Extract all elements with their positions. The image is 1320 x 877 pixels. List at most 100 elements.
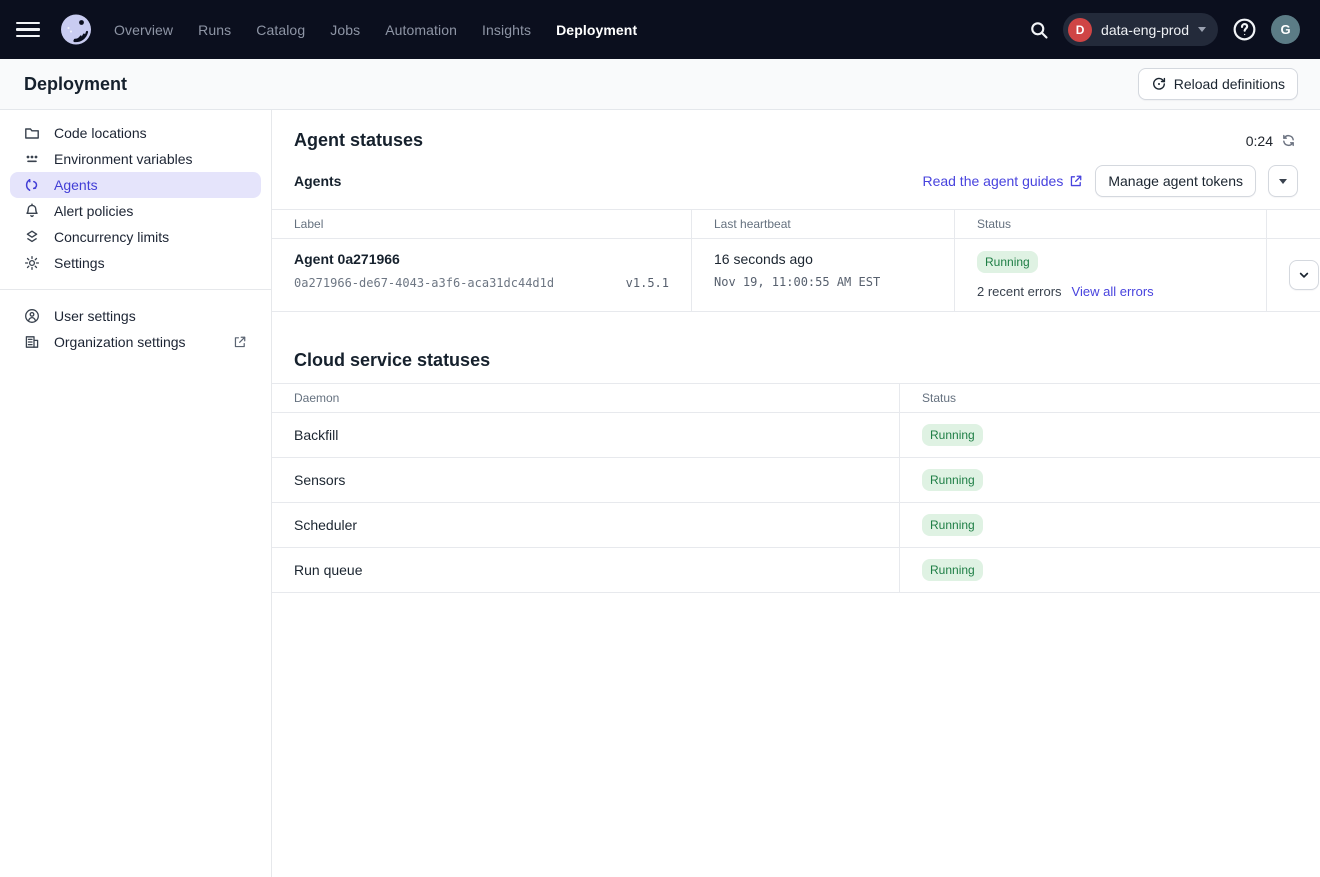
agents-table-header: Label Last heartbeat Status (272, 210, 1320, 239)
status-badge: Running (922, 424, 983, 446)
nav-item-automation[interactable]: Automation (385, 22, 457, 38)
reload-definitions-label: Reload definitions (1174, 76, 1285, 92)
agents-icon (24, 177, 40, 193)
deployment-switcher-label: data-eng-prod (1101, 22, 1189, 38)
column-header-status: Status (900, 384, 1320, 413)
status-badge: Running (922, 559, 983, 581)
heartbeat-timestamp: Nov 19, 11:00:55 AM EST (714, 275, 932, 289)
external-link-icon (1069, 174, 1083, 188)
nav-item-overview[interactable]: Overview (114, 22, 173, 38)
sidebar-item-label: Settings (54, 255, 105, 271)
column-header-status: Status (955, 210, 1267, 239)
main-content: Agent statuses 0:24 Agents Read the agen… (272, 110, 1320, 877)
sidebar-item-agents[interactable]: Agents (10, 172, 261, 198)
layers-icon (24, 229, 40, 245)
sidebar-item-label: Agents (54, 177, 98, 193)
cloud-services-table: Daemon Status Backfill Running Sensors R… (272, 383, 1320, 593)
agent-row: Agent 0a271966 0a271966-de67-4043-a3f6-a… (272, 239, 1320, 312)
agent-heartbeat-cell: 16 seconds ago Nov 19, 11:00:55 AM EST (692, 239, 955, 312)
sidebar-item-label: Organization settings (54, 334, 186, 350)
status-badge: Running (922, 469, 983, 491)
nav-item-runs[interactable]: Runs (198, 22, 231, 38)
sidebar-item-label: Alert policies (54, 203, 133, 219)
hamburger-menu-icon[interactable] (16, 16, 44, 44)
chevron-down-icon (1298, 269, 1310, 281)
agents-more-actions-button[interactable] (1268, 165, 1298, 197)
nav-item-jobs[interactable]: Jobs (330, 22, 360, 38)
topnav-right-controls: D data-eng-prod G (1029, 13, 1300, 46)
gear-icon (24, 255, 40, 271)
column-header-last-heartbeat: Last heartbeat (692, 210, 955, 239)
view-all-errors-link[interactable]: View all errors (1072, 284, 1154, 299)
agent-status-cell: Running 2 recent errors View all errors (955, 239, 1267, 312)
manage-agent-tokens-button[interactable]: Manage agent tokens (1095, 165, 1256, 197)
agent-expand-cell (1267, 239, 1320, 312)
env-vars-icon (24, 151, 40, 167)
agent-label-cell: Agent 0a271966 0a271966-de67-4043-a3f6-a… (272, 239, 692, 312)
status-badge: Running (922, 514, 983, 536)
deployment-sidebar: Code locations Environment variables Age… (0, 110, 272, 877)
agent-guides-link[interactable]: Read the agent guides (922, 173, 1083, 189)
daemon-name: Sensors (294, 472, 345, 488)
reload-icon (1151, 76, 1167, 92)
refresh-icon[interactable] (1281, 133, 1296, 148)
folder-icon (24, 125, 40, 141)
primary-nav: Overview Runs Catalog Jobs Automation In… (114, 22, 637, 38)
sidebar-item-label: Code locations (54, 125, 147, 141)
daemon-name: Run queue (294, 562, 363, 578)
agent-version: v1.5.1 (626, 276, 669, 290)
cloud-service-statuses-title: Cloud service statuses (294, 350, 490, 371)
column-header-label: Label (272, 210, 692, 239)
cloud-table-header: Daemon Status (272, 384, 1320, 413)
sidebar-item-organization-settings[interactable]: Organization settings (10, 329, 261, 355)
table-row: Run queue Running (272, 548, 1320, 593)
bell-icon (24, 203, 40, 219)
sidebar-item-label: Concurrency limits (54, 229, 169, 245)
agents-table: Label Last heartbeat Status Agent 0a2719… (272, 209, 1320, 312)
table-row: Scheduler Running (272, 503, 1320, 548)
refresh-countdown: 0:24 (1246, 133, 1296, 149)
agent-name: Agent 0a271966 (294, 251, 669, 267)
page-header: Deployment Reload definitions (0, 59, 1320, 110)
manage-agent-tokens-label: Manage agent tokens (1108, 173, 1243, 189)
caret-down-icon (1279, 179, 1287, 184)
deployment-initial-badge: D (1068, 18, 1092, 42)
table-row: Sensors Running (272, 458, 1320, 503)
column-header-daemon: Daemon (272, 384, 900, 413)
nav-item-catalog[interactable]: Catalog (256, 22, 305, 38)
external-link-icon (233, 335, 247, 349)
heartbeat-relative: 16 seconds ago (714, 251, 932, 267)
nav-item-deployment[interactable]: Deployment (556, 22, 637, 38)
sidebar-item-concurrency-limits[interactable]: Concurrency limits (10, 224, 261, 250)
sidebar-item-label: User settings (54, 308, 136, 324)
organization-icon (24, 334, 40, 350)
agents-heading: Agents (294, 173, 341, 189)
chevron-down-icon (1198, 27, 1206, 32)
daemon-name: Scheduler (294, 517, 357, 533)
deployment-switcher[interactable]: D data-eng-prod (1063, 13, 1218, 46)
sidebar-item-environment-variables[interactable]: Environment variables (10, 146, 261, 172)
column-header-expand (1267, 210, 1320, 239)
sidebar-item-settings[interactable]: Settings (10, 250, 261, 276)
page-title: Deployment (24, 74, 127, 95)
sidebar-item-user-settings[interactable]: User settings (10, 303, 261, 329)
refresh-countdown-value: 0:24 (1246, 133, 1273, 149)
user-avatar[interactable]: G (1271, 15, 1300, 44)
search-icon[interactable] (1029, 20, 1049, 40)
daemon-name: Backfill (294, 427, 338, 443)
help-icon[interactable] (1232, 17, 1257, 42)
agent-guides-link-label: Read the agent guides (922, 173, 1063, 189)
reload-definitions-button[interactable]: Reload definitions (1138, 68, 1298, 100)
user-icon (24, 308, 40, 324)
agent-statuses-title: Agent statuses (294, 130, 423, 151)
dagster-logo-icon[interactable] (56, 10, 96, 50)
sidebar-item-label: Environment variables (54, 151, 193, 167)
sidebar-item-code-locations[interactable]: Code locations (10, 120, 261, 146)
expand-row-button[interactable] (1289, 260, 1319, 290)
nav-item-insights[interactable]: Insights (482, 22, 531, 38)
sidebar-item-alert-policies[interactable]: Alert policies (10, 198, 261, 224)
agent-uuid: 0a271966-de67-4043-a3f6-aca31dc44d1d (294, 276, 554, 290)
table-row: Backfill Running (272, 413, 1320, 458)
sidebar-divider (0, 289, 271, 290)
top-navigation-bar: Overview Runs Catalog Jobs Automation In… (0, 0, 1320, 59)
